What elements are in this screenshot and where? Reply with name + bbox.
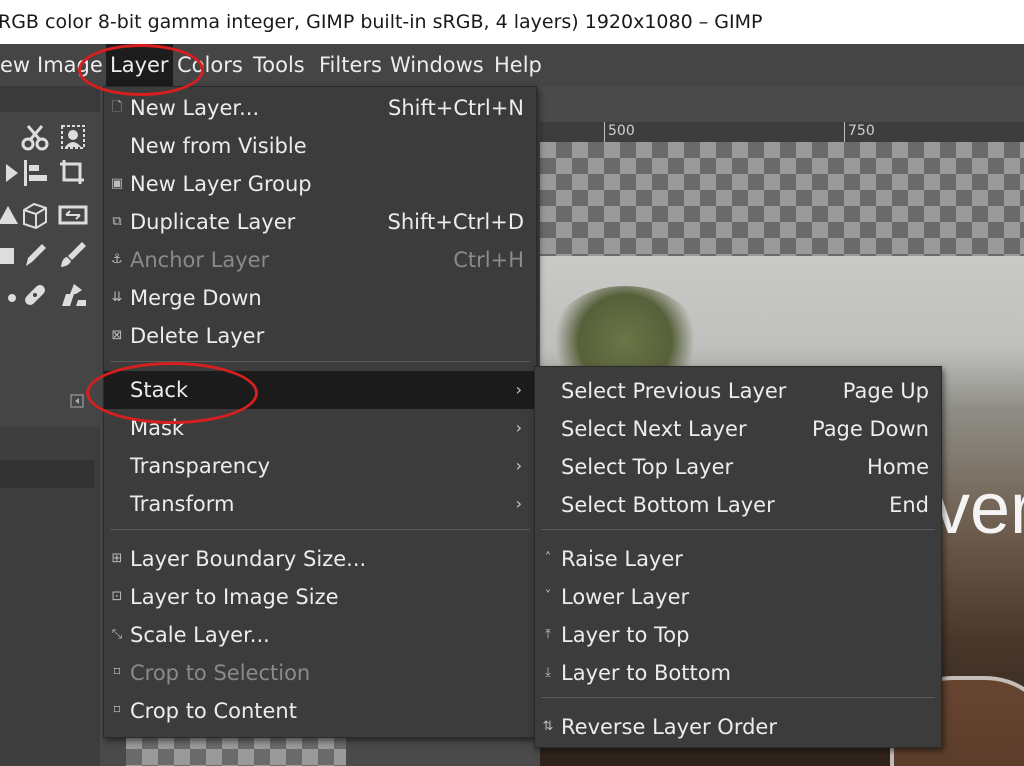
shortcut: Ctrl+H [453, 248, 524, 272]
crop-icon: ⌑ [113, 665, 121, 680]
merge-down-icon: ⇊ [111, 290, 123, 305]
warp-transform-icon[interactable] [56, 198, 90, 232]
crop-icon: ⌑ [113, 703, 121, 718]
menu-item-raise-layer[interactable]: ˄ Raise Layer [535, 540, 941, 578]
shortcut: Page Up [842, 379, 929, 403]
chevron-right-icon: › [515, 456, 522, 475]
window-title: RGB color 8-bit gamma integer, GIMP buil… [0, 11, 763, 33]
clone-icon[interactable] [56, 278, 90, 312]
boundary-size-icon: ⊞ [111, 551, 123, 566]
to-top-icon: ⤒ [545, 627, 551, 642]
reverse-icon: ⇅ [542, 719, 554, 734]
menu-item-scale-layer[interactable]: ⤡ Scale Layer... [104, 616, 536, 654]
menu-image[interactable]: Image [33, 44, 107, 86]
menu-item-select-next-layer[interactable]: Select Next Layer Page Down [535, 410, 941, 448]
menu-item-reverse-layer-order[interactable]: ⇅ Reverse Layer Order [535, 708, 941, 746]
crop-tool-icon[interactable] [56, 156, 90, 190]
menu-item-duplicate-layer[interactable]: ⧉ Duplicate Layer Shift+Ctrl+D [104, 203, 536, 241]
menu-layer[interactable]: Layer [106, 44, 173, 86]
menu-item-mask[interactable]: Mask › [104, 409, 536, 447]
menu-item-new-layer-group[interactable]: ▣ New Layer Group [104, 165, 536, 203]
pencil-icon[interactable] [18, 238, 52, 272]
menu-filters[interactable]: Filters [315, 44, 386, 86]
chevron-right-icon: › [515, 380, 522, 399]
chevron-right-icon: › [515, 418, 522, 437]
menu-separator [541, 529, 935, 530]
delete-icon: ⊠ [111, 328, 123, 343]
menu-item-layer-to-top[interactable]: ⤒ Layer to Top [535, 616, 941, 654]
toolbox-header [0, 86, 100, 112]
menu-item-select-bottom-layer[interactable]: Select Bottom Layer End [535, 486, 941, 524]
menu-help[interactable]: Help [490, 44, 546, 86]
menu-colors[interactable]: Colors [173, 44, 247, 86]
3d-transform-icon[interactable] [18, 198, 52, 232]
toolbox [0, 112, 100, 427]
anchor-icon: ⚓ [111, 252, 123, 267]
shortcut: Shift+Ctrl+D [387, 210, 524, 234]
toolbox-expand-icon[interactable] [70, 394, 84, 408]
stack-submenu: Select Previous Layer Page Up Select Nex… [534, 366, 942, 748]
tool-options-tab[interactable] [0, 460, 95, 488]
to-image-size-icon: ⊡ [111, 589, 123, 604]
paintbrush-icon[interactable] [56, 238, 90, 272]
menu-tools[interactable]: Tools [249, 44, 309, 86]
menu-item-transparency[interactable]: Transparency › [104, 447, 536, 485]
menu-item-anchor-layer[interactable]: ⚓ Anchor Layer Ctrl+H [104, 241, 536, 279]
raise-icon: ˄ [544, 551, 552, 566]
menu-view[interactable]: ew [0, 44, 34, 86]
shortcut: End [889, 493, 929, 517]
heal-icon[interactable] [18, 278, 52, 312]
menu-item-crop-to-content[interactable]: ⌑ Crop to Content [104, 692, 536, 730]
chevron-right-icon: › [515, 494, 522, 513]
transparent-area [540, 142, 1024, 256]
menu-separator [110, 529, 530, 530]
layer-group-icon: ▣ [110, 176, 124, 191]
foreground-select-icon[interactable] [56, 120, 90, 154]
align-icon[interactable] [18, 156, 52, 190]
duplicate-icon: ⧉ [112, 214, 122, 229]
lower-icon: ˅ [544, 589, 552, 604]
window-titlebar: RGB color 8-bit gamma integer, GIMP buil… [0, 0, 1024, 44]
menu-separator [541, 697, 935, 698]
menu-item-crop-to-selection[interactable]: ⌑ Crop to Selection [104, 654, 536, 692]
shortcut: Home [866, 455, 929, 479]
layer-menu: 🗋 New Layer... Shift+Ctrl+N New from Vis… [103, 86, 537, 738]
menu-item-new-from-visible[interactable]: New from Visible [104, 127, 536, 165]
menu-item-stack[interactable]: Stack › [104, 371, 536, 409]
menu-item-new-layer[interactable]: 🗋 New Layer... Shift+Ctrl+N [104, 89, 536, 127]
horizontal-ruler: 500 750 [540, 122, 1024, 142]
scissors-icon[interactable] [18, 120, 52, 154]
menu-windows[interactable]: Windows [386, 44, 488, 86]
shortcut: Shift+Ctrl+N [388, 96, 524, 120]
menu-item-select-top-layer[interactable]: Select Top Layer Home [535, 448, 941, 486]
new-layer-icon: 🗋 [111, 100, 123, 115]
menubar: ew Image Layer Colors Tools Filters Wind… [0, 44, 1024, 86]
menu-item-merge-down[interactable]: ⇊ Merge Down [104, 279, 536, 317]
scale-icon: ⤡ [111, 627, 123, 642]
ruler-label-750: 750 [848, 123, 875, 139]
ruler-label-500: 500 [608, 123, 635, 139]
canvas-text-layer: ver [933, 469, 1024, 549]
menu-item-layer-boundary-size[interactable]: ⊞ Layer Boundary Size... [104, 540, 536, 578]
tool-options-panel [0, 427, 100, 766]
menu-item-lower-layer[interactable]: ˅ Lower Layer [535, 578, 941, 616]
menu-item-layer-to-bottom[interactable]: ⤓ Layer to Bottom [535, 654, 941, 692]
menu-item-transform[interactable]: Transform › [104, 485, 536, 523]
menu-separator [110, 361, 530, 362]
shortcut: Page Down [811, 417, 929, 441]
to-bottom-icon: ⤓ [545, 665, 551, 680]
menu-item-delete-layer[interactable]: ⊠ Delete Layer [104, 317, 536, 355]
menu-item-layer-to-image-size[interactable]: ⊡ Layer to Image Size [104, 578, 536, 616]
menu-item-select-previous-layer[interactable]: Select Previous Layer Page Up [535, 372, 941, 410]
